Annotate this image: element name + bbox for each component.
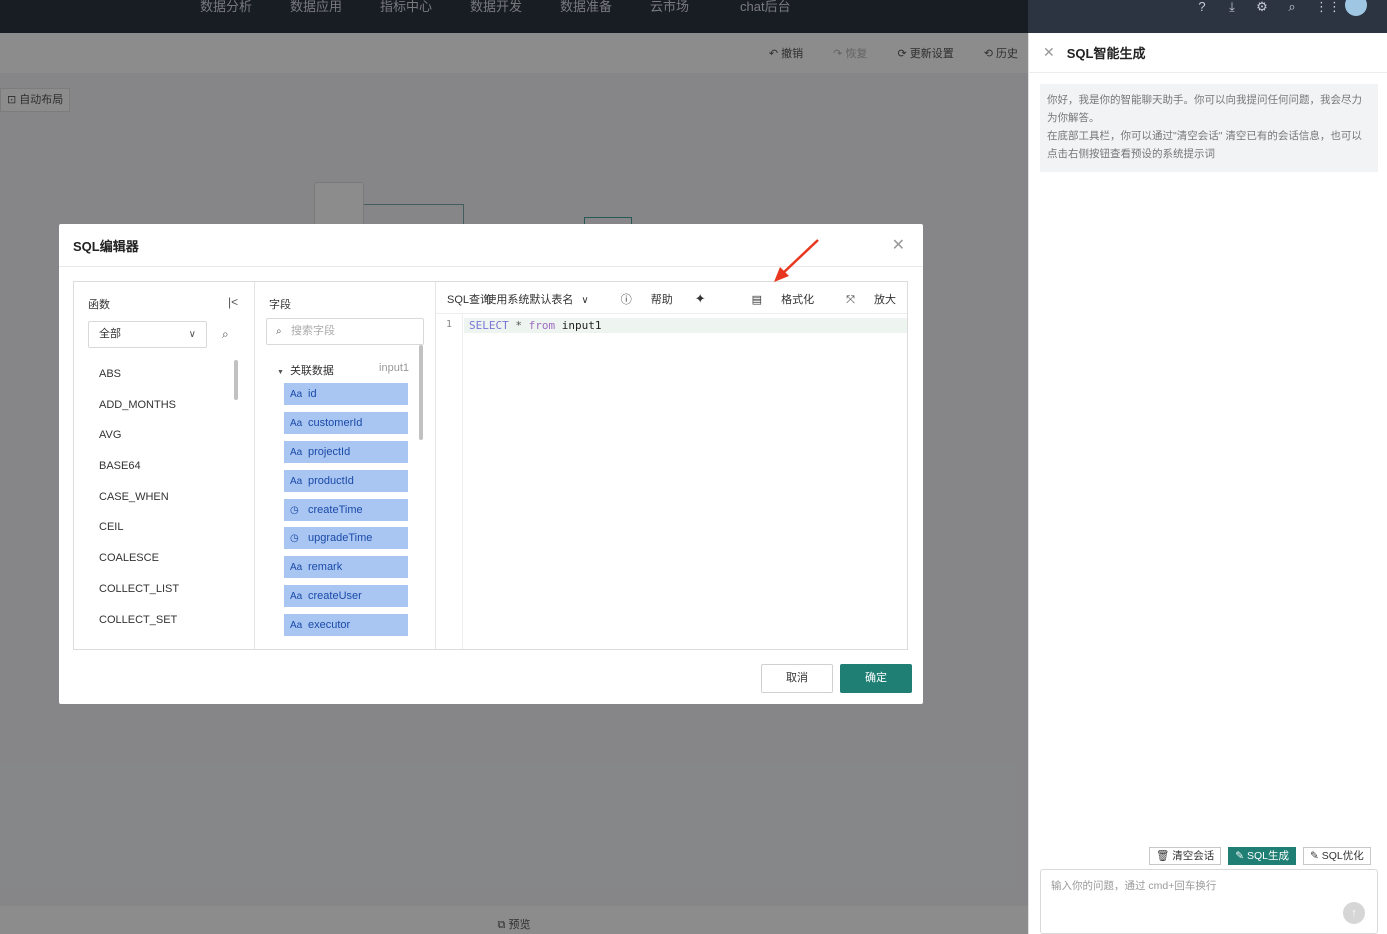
zoom-button[interactable]: ⤧ 放大 xyxy=(830,291,896,307)
sql-optimize-button[interactable]: ✎ SQL优化 xyxy=(1303,847,1371,865)
line-gutter: 1 xyxy=(436,314,463,649)
clock-icon: ◷ xyxy=(290,504,299,516)
field-group-header[interactable]: ▼ 关联数据 input1 xyxy=(277,362,409,378)
assistant-message: 你好，我是你的智能聊天助手。你可以向我提问任何问题，我会尽力为你解答。 在底部工… xyxy=(1040,84,1378,172)
clock-icon: ◷ xyxy=(290,533,299,545)
text-type-icon: Aa xyxy=(290,417,303,429)
chevron-down-icon: ∨ xyxy=(188,329,196,340)
function-item[interactable]: ADD_MONTHS xyxy=(99,398,239,429)
text-type-icon: Aa xyxy=(290,389,303,400)
sql-table-name: input1 xyxy=(561,319,602,332)
sql-ai-side-panel: ✕ SQL智能生成 你好，我是你的智能聊天助手。你可以向我提问任何问题，我会尽力… xyxy=(1028,33,1387,934)
caret-down-icon: ▼ xyxy=(277,369,284,376)
field-item[interactable]: Aa createUser xyxy=(284,585,408,608)
field-item[interactable]: ◷ createTime xyxy=(284,498,408,521)
field-list: Aa id Aa customerId Aa projectId Aa productI… xyxy=(284,383,408,643)
field-scrollbar[interactable] xyxy=(419,345,423,440)
function-panel-title: 函数 xyxy=(88,299,110,311)
annotation-arrow xyxy=(774,239,819,282)
clear-session-button[interactable]: 🗑 清空会话 xyxy=(1149,847,1222,865)
function-category-select[interactable]: 全部 ∨ xyxy=(88,321,207,348)
chat-action-buttons: 🗑 清空会话 ✎ SQL生成 ✎ SQL优化 xyxy=(1149,847,1371,865)
modal-title: SQL编辑器 xyxy=(73,238,139,254)
field-item[interactable]: Aa customerId xyxy=(284,411,408,434)
editor-body: 函数 |< 全部 ∨ ⌕ ABS ADD_MONTHS AVG BASE64 C… xyxy=(73,281,908,650)
text-type-icon: Aa xyxy=(290,562,303,574)
field-panel-title: 字段 xyxy=(269,299,291,311)
edit-icon: ✎ xyxy=(1235,850,1245,862)
field-item[interactable]: Aa id xyxy=(284,383,408,405)
text-type-icon: Aa xyxy=(290,591,303,603)
edit-icon: ✎ xyxy=(1310,850,1319,862)
gear-icon[interactable]: ⚙ xyxy=(1255,0,1269,14)
format-button[interactable]: ▤ 格式化 xyxy=(736,291,814,307)
sql-editor-modal: SQL编辑器 ✕ 函数 |< 全部 ∨ ⌕ ABS ADD_MONTHS AVG… xyxy=(59,224,923,704)
sql-tools: 使用系统默认表名 ∨ ⓘ 帮助 ✦ ▤ 格式化 ⤧ 放大 xyxy=(469,291,896,307)
close-icon[interactable]: ✕ xyxy=(892,235,905,255)
top-icons: ? ⤓ ⚙ ⌕ ⋮⋮ xyxy=(1195,0,1367,16)
field-item[interactable]: Aa remark xyxy=(284,556,408,579)
function-panel: 函数 |< 全部 ∨ ⌕ ABS ADD_MONTHS AVG BASE64 C… xyxy=(74,282,255,649)
function-item[interactable]: CASE_WHEN xyxy=(99,490,239,521)
table-alias-select[interactable]: 使用系统默认表名 ∨ xyxy=(469,291,588,307)
text-type-icon: Aa xyxy=(290,475,303,487)
search-icon: ⌕ xyxy=(276,326,282,337)
search-icon[interactable]: ⌕ xyxy=(222,327,229,342)
help-button[interactable]: ⓘ 帮助 xyxy=(605,291,673,307)
sql-keyword: from xyxy=(528,319,556,332)
field-item[interactable]: ◷ upgradeTime xyxy=(284,527,408,550)
help-icon[interactable]: ? xyxy=(1195,0,1209,14)
document-icon: ▤ xyxy=(751,294,763,306)
function-item[interactable]: COLLECT_SET xyxy=(99,613,239,644)
group-alias: input1 xyxy=(379,362,409,374)
help-icon: ⓘ xyxy=(620,294,632,306)
sql-keyword: SELECT xyxy=(469,319,509,332)
sql-panel: SQL查询 使用系统默认表名 ∨ ⓘ 帮助 ✦ ▤ 格式化 ⤧ 放大 1 SELE… xyxy=(436,282,907,649)
close-icon[interactable]: ✕ xyxy=(1043,44,1055,61)
search-icon[interactable]: ⌕ xyxy=(1285,0,1299,14)
expand-icon: ⤧ xyxy=(846,294,855,306)
function-item[interactable]: BASE64 xyxy=(99,459,239,490)
line-number: 1 xyxy=(446,319,453,330)
function-item[interactable]: COLLECT_LIST xyxy=(99,582,239,613)
avatar[interactable] xyxy=(1345,0,1367,16)
text-type-icon: Aa xyxy=(290,446,303,458)
send-icon[interactable]: ↑ xyxy=(1343,902,1365,924)
field-item[interactable]: Aa projectId xyxy=(284,440,408,463)
sql-generate-button[interactable]: ✎ SQL生成 xyxy=(1228,847,1297,865)
chevron-down-icon: ∨ xyxy=(581,295,589,306)
text-type-icon: Aa xyxy=(290,620,303,632)
field-item[interactable]: Aa productId xyxy=(284,469,408,492)
function-list: ABS ADD_MONTHS AVG BASE64 CASE_WHEN CEIL… xyxy=(99,367,239,643)
apps-grid-icon[interactable]: ⋮⋮ xyxy=(1315,0,1341,14)
confirm-button[interactable]: 确定 xyxy=(840,664,912,693)
side-panel-title: SQL智能生成 xyxy=(1066,46,1146,61)
field-panel: 字段 ⌕ 搜索字段 ▼ 关联数据 input1 Aa id Aa customerId… xyxy=(255,282,436,649)
code-line[interactable]: SELECT * from input1 xyxy=(464,318,907,333)
chat-input[interactable]: 输入你的问题，通过 cmd+回车换行 ↑ xyxy=(1040,869,1378,934)
function-item[interactable]: ABS xyxy=(99,367,239,398)
ai-sparkle-icon[interactable]: ✦ xyxy=(695,291,706,307)
field-search-input[interactable]: ⌕ 搜索字段 xyxy=(266,318,424,345)
side-panel-header: ✕ SQL智能生成 xyxy=(1029,33,1387,73)
trash-icon: 🗑 xyxy=(1156,850,1170,862)
function-scrollbar[interactable] xyxy=(234,360,238,400)
download-icon[interactable]: ⤓ xyxy=(1225,0,1239,14)
sql-toolbar: SQL查询 使用系统默认表名 ∨ ⓘ 帮助 ✦ ▤ 格式化 ⤧ 放大 xyxy=(436,282,907,314)
cancel-button[interactable]: 取消 xyxy=(761,664,833,693)
field-item[interactable]: Aa executor xyxy=(284,614,408,637)
function-item[interactable]: CEIL xyxy=(99,520,239,551)
collapse-icon[interactable]: |< xyxy=(228,295,238,309)
sql-operator: * xyxy=(515,319,522,332)
function-item[interactable]: COALESCE xyxy=(99,551,239,582)
function-item[interactable]: AVG xyxy=(99,428,239,459)
